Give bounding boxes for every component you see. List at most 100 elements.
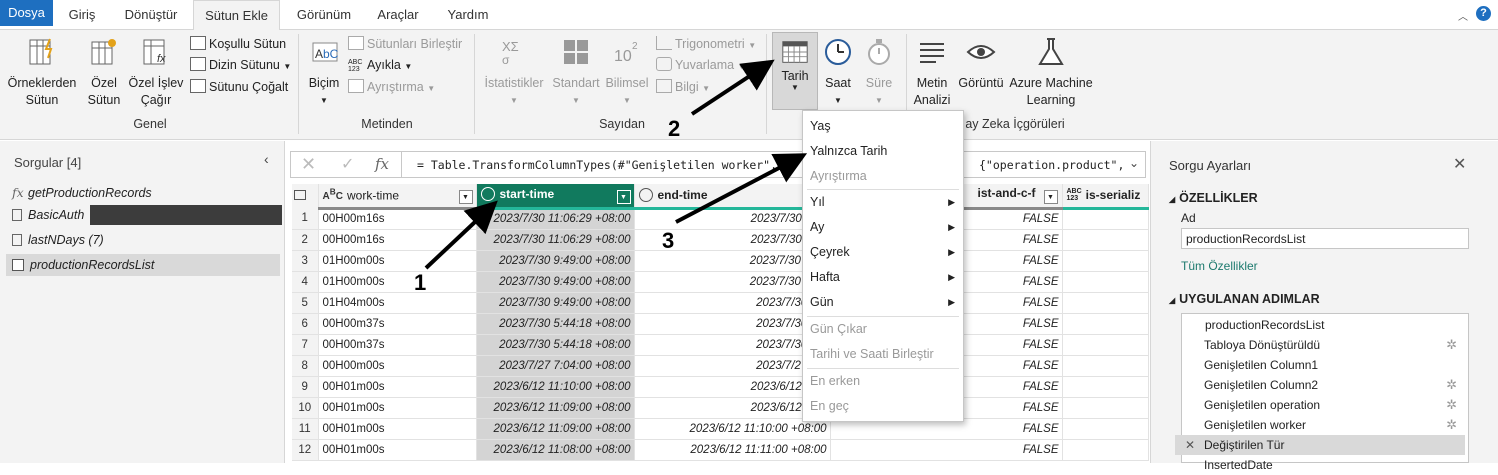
standard-button[interactable]: Standart ▼ [550,36,602,109]
name-input[interactable] [1181,228,1469,249]
collapse-pane-icon[interactable]: ‹ [264,151,269,167]
end-time-cell[interactable]: 2023/7/30 10:4 [634,271,831,293]
table-row[interactable]: 6 00H00m37s 2023/7/30 5:44:18 +08:00 2023/7… [292,313,1149,335]
extract-button[interactable]: ABC 123 Ayıkla ▼ [348,56,412,76]
row-number[interactable]: 3 [292,250,319,272]
start-time-cell[interactable]: 2023/6/12 11:09:00 +08:00 [476,397,635,419]
tab-help[interactable]: Yardım [436,0,500,30]
start-time-cell[interactable]: 2023/7/27 7:04:00 +08:00 [476,355,635,377]
end-time-cell[interactable]: 2023/7/27 7:0 [634,355,831,377]
filter-dropdown-icon[interactable]: ▼ [458,189,473,204]
filter-dropdown-icon[interactable]: ▼ [616,189,631,204]
column-from-examples-button[interactable]: Örneklerden Sütun [4,36,80,109]
row-number[interactable]: 4 [292,271,319,293]
tab-transform[interactable]: Dönüştür [113,0,189,30]
collapse-ribbon-icon[interactable]: ︿ [1458,8,1468,23]
vision-button[interactable]: Görüntü [956,36,1006,92]
start-time-cell[interactable]: 2023/7/30 5:44:18 +08:00 [476,334,635,356]
serializable-cell[interactable] [1062,292,1149,314]
table-row[interactable]: 9 00H01m00s 2023/6/12 11:10:00 +08:00 2023/… [292,376,1149,398]
end-time-cell[interactable]: 2023/6/12 11:10:00 +08:00 [634,418,831,440]
applied-step[interactable]: Tabloya Dönüştürüldü ✲ [1175,335,1465,355]
time-button[interactable]: Saat ▼ [820,36,856,109]
merge-columns-button[interactable]: Sütunları Birleştir [348,35,462,53]
properties-header[interactable]: ◢ ÖZELLİKLER [1169,191,1258,205]
work-time-cell[interactable]: 00H00m16s [318,229,477,251]
row-number[interactable]: 8 [292,355,319,377]
menu-item-parse[interactable]: Ayrıştırma [803,164,963,188]
tab-tools[interactable]: Araçlar [366,0,430,30]
work-time-cell[interactable]: 00H01m00s [318,376,477,398]
table-row[interactable]: 12 00H01m00s 2023/6/12 11:08:00 +08:00 2023… [292,439,1149,461]
all-properties-link[interactable]: Tüm Özellikler [1181,259,1258,273]
end-time-cell[interactable]: 2023/6/12 11:1 [634,397,831,419]
start-time-cell[interactable]: 2023/6/12 11:09:00 +08:00 [476,418,635,440]
start-time-cell[interactable]: 2023/7/30 9:49:00 +08:00 [476,292,635,314]
index-column-button[interactable]: Dizin Sütunu ▼ [190,56,291,76]
row-number[interactable]: 5 [292,292,319,314]
serializable-cell[interactable] [1062,313,1149,335]
column-header-selected[interactable]: start-time ▼ [476,184,635,210]
table-row[interactable]: 7 00H00m37s 2023/7/30 5:44:18 +08:00 2023/7… [292,334,1149,356]
menu-item-latest[interactable]: En geç [803,394,963,418]
work-time-cell[interactable]: 00H01m00s [318,418,477,440]
menu-item-day[interactable]: Gün ▶ [803,290,963,314]
applied-steps-header[interactable]: ◢ UYGULANAN ADIMLAR [1169,292,1320,306]
row-number[interactable]: 7 [292,334,319,356]
serializable-cell[interactable] [1062,208,1149,230]
serializable-cell[interactable] [1062,250,1149,272]
query-item[interactable]: BasicAuth [6,204,282,226]
custom-column-button[interactable]: Özel Sütun [84,36,124,109]
work-time-cell[interactable]: 00H00m37s [318,313,477,335]
work-time-cell[interactable]: 01H00m00s [318,271,477,293]
information-button[interactable]: Bilgi ▼ [656,78,710,98]
applied-step[interactable]: productionRecordsList [1175,315,1465,335]
invoke-custom-function-button[interactable]: fx Özel İşlev Çağır [126,36,186,109]
scientific-button[interactable]: 10 2 Bilimsel ▼ [604,36,650,109]
start-time-cell[interactable]: 2023/7/30 5:44:18 +08:00 [476,313,635,335]
serializable-cell[interactable] [1062,334,1149,356]
column-header[interactable]: ABC work-time ▼ [318,184,477,210]
cancel-icon[interactable]: ✕ [301,154,316,175]
applied-step-selected[interactable]: ✕ Değiştirilen Tür [1175,435,1465,455]
close-icon[interactable]: ✕ [1453,154,1466,174]
start-time-cell[interactable]: 2023/6/12 11:08:00 +08:00 [476,439,635,461]
format-button[interactable]: AbC Biçim ▼ [304,36,344,109]
start-time-cell[interactable]: 2023/7/30 11:06:29 +08:00 [476,229,635,251]
work-time-cell[interactable]: 01H04m00s [318,292,477,314]
end-time-cell[interactable]: 2023/7/30 9:4 [634,292,831,314]
work-time-cell[interactable]: 00H01m00s [318,397,477,419]
table-row[interactable]: 2 00H00m16s 2023/7/30 11:06:29 +08:00 2023/… [292,229,1149,251]
trigonometry-button[interactable]: Trigonometri ▼ [656,35,756,55]
start-time-cell[interactable]: 2023/7/30 9:49:00 +08:00 [476,250,635,272]
statistics-button[interactable]: ΧΣ σ İstatistikler ▼ [482,36,546,109]
start-time-cell[interactable]: 2023/7/30 9:49:00 +08:00 [476,271,635,293]
serializable-cell[interactable] [1062,418,1149,440]
end-time-cell[interactable]: 2023/6/12 11:1 [634,376,831,398]
work-time-cell[interactable]: 00H00m00s [318,355,477,377]
applied-step[interactable]: Genişletilen worker ✲ [1175,415,1465,435]
query-item[interactable]: lastNDays (7) [6,229,280,251]
date-button[interactable]: Tarih ▼ [772,32,818,110]
row-number[interactable]: 11 [292,418,319,440]
tab-add-column[interactable]: Sütun Ekle [193,0,280,31]
menu-item-age[interactable]: Yaş [803,114,963,138]
serializable-cell[interactable] [1062,397,1149,419]
serializable-cell[interactable] [1062,355,1149,377]
menu-item-month[interactable]: Ay ▶ [803,215,963,239]
azure-ml-button[interactable]: Azure Machine Learning [1008,36,1094,109]
rounding-button[interactable]: Yuvarlama ▼ [656,56,745,76]
table-row[interactable]: 8 00H00m00s 2023/7/27 7:04:00 +08:00 2023/7… [292,355,1149,377]
table-row[interactable]: 3 01H00m00s 2023/7/30 9:49:00 +08:00 2023/7… [292,250,1149,272]
tab-view[interactable]: Görünüm [284,0,364,30]
bool-cell[interactable]: FALSE [830,439,1063,461]
work-time-cell[interactable]: 01H00m00s [318,250,477,272]
applied-step[interactable]: Genişletilen Column1 [1175,355,1465,375]
row-number[interactable]: 2 [292,229,319,251]
serializable-cell[interactable] [1062,271,1149,293]
gear-icon[interactable]: ✲ [1446,375,1457,395]
query-item-selected[interactable]: productionRecordsList [6,254,280,276]
menu-item-earliest[interactable]: En erken [803,369,963,393]
serializable-cell[interactable] [1062,229,1149,251]
duration-button[interactable]: Süre ▼ [860,36,898,109]
